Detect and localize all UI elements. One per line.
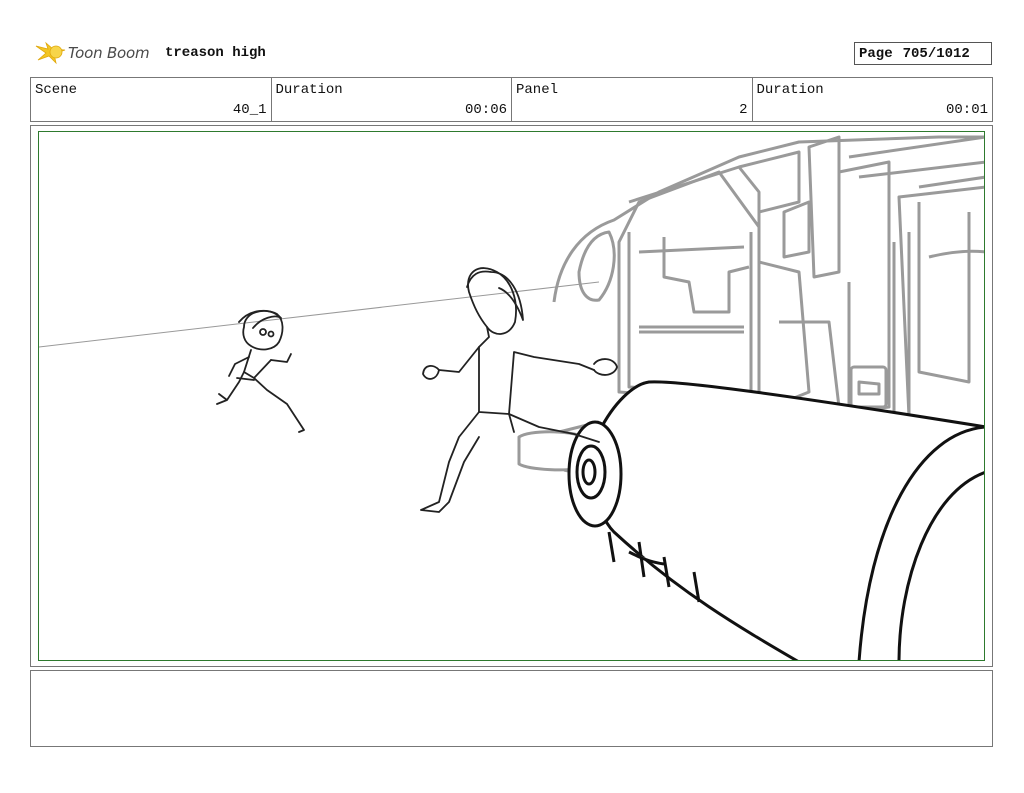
horizon-line: [39, 281, 600, 348]
panel-duration-label: Duration: [756, 82, 824, 98]
panel-duration-value: 00:01: [945, 102, 988, 118]
logo-text: Toon Boom: [68, 44, 150, 62]
scene-cell: Scene 40_1: [31, 78, 272, 121]
scene-value: 40_1: [232, 102, 267, 118]
page-label: Page: [859, 46, 893, 62]
panel-label: Panel: [516, 82, 559, 98]
scene-label: Scene: [35, 82, 78, 98]
page-indicator: Page 705/1012: [854, 42, 992, 65]
panel-notes-box: [30, 670, 993, 747]
toon-boom-star-icon: [35, 41, 66, 65]
scene-duration-cell: Duration 00:06: [272, 78, 512, 121]
scene-duration-value: 00:06: [464, 102, 507, 118]
panel-cell: Panel 2: [512, 78, 753, 121]
scene-info-table: Scene 40_1 Duration 00:06 Panel 2 Durati…: [30, 77, 993, 122]
storyboard-panel-image: [38, 131, 985, 661]
panel-duration-cell: Duration 00:01: [753, 78, 993, 121]
character-girl-running: [216, 309, 305, 433]
storyboard-drawing: [39, 135, 984, 660]
page-number: 705/1012: [902, 46, 970, 62]
toon-boom-logo: Toon Boom: [34, 38, 159, 68]
panel-value: 2: [739, 102, 748, 118]
storyboard-panel-frame: [30, 125, 993, 667]
project-title: treason high: [165, 45, 266, 61]
scene-duration-label: Duration: [275, 82, 343, 98]
barrel-foreground: [567, 380, 984, 660]
